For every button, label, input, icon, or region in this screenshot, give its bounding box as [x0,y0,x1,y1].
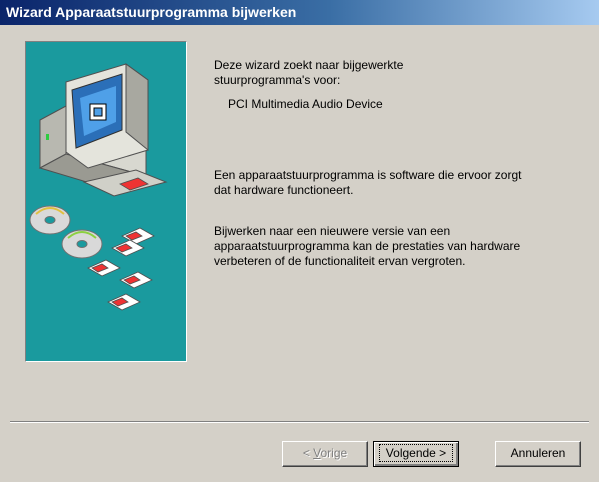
cancel-button[interactable]: Annuleren [495,441,581,467]
previous-button-label: orige [320,446,348,460]
paragraph-2-line-1: Bijwerken naar een nieuwere versie van e… [214,224,451,238]
cancel-button-label: Annuleren [510,446,566,460]
previous-button-accelerator: V [313,446,321,460]
intro-text: Deze wizard zoekt naar bijgewerkte stuur… [214,58,514,88]
description-paragraph-1: Een apparaatstuurprogramma is software d… [214,168,594,198]
previous-button-prefix: < [302,446,314,460]
title-bar[interactable]: Wizard Apparaatstuurprogramma bijwerken [0,0,599,25]
description-paragraph-2: Bijwerken naar een nieuwere versie van e… [214,224,594,269]
intro-line-1: Deze wizard zoekt naar bijgewerkte [214,58,404,72]
intro-line-2: stuurprogramma's voor: [214,73,341,87]
next-button[interactable]: Volgende > [373,441,459,467]
previous-button[interactable]: < Vorige [282,441,368,467]
paragraph-1-line-2: dat hardware functioneert. [214,183,354,197]
device-name: PCI Multimedia Audio Device [228,97,383,111]
button-separator [10,421,589,423]
wizard-illustration [25,41,187,362]
paragraph-2-line-2: apparaatstuurprogramma kan de prestaties… [214,239,521,253]
paragraph-1-line-1: Een apparaatstuurprogramma is software d… [214,168,522,182]
next-button-label: Volgende > [378,444,454,462]
computer-icon [38,63,168,197]
cd-disc-icon [29,205,103,259]
paragraph-2-line-3: verbeteren of de functionaliteit ervan v… [214,254,466,268]
window-title: Wizard Apparaatstuurprogramma bijwerken [6,4,297,20]
wizard-dialog: Wizard Apparaatstuurprogramma bijwerken [0,0,599,482]
